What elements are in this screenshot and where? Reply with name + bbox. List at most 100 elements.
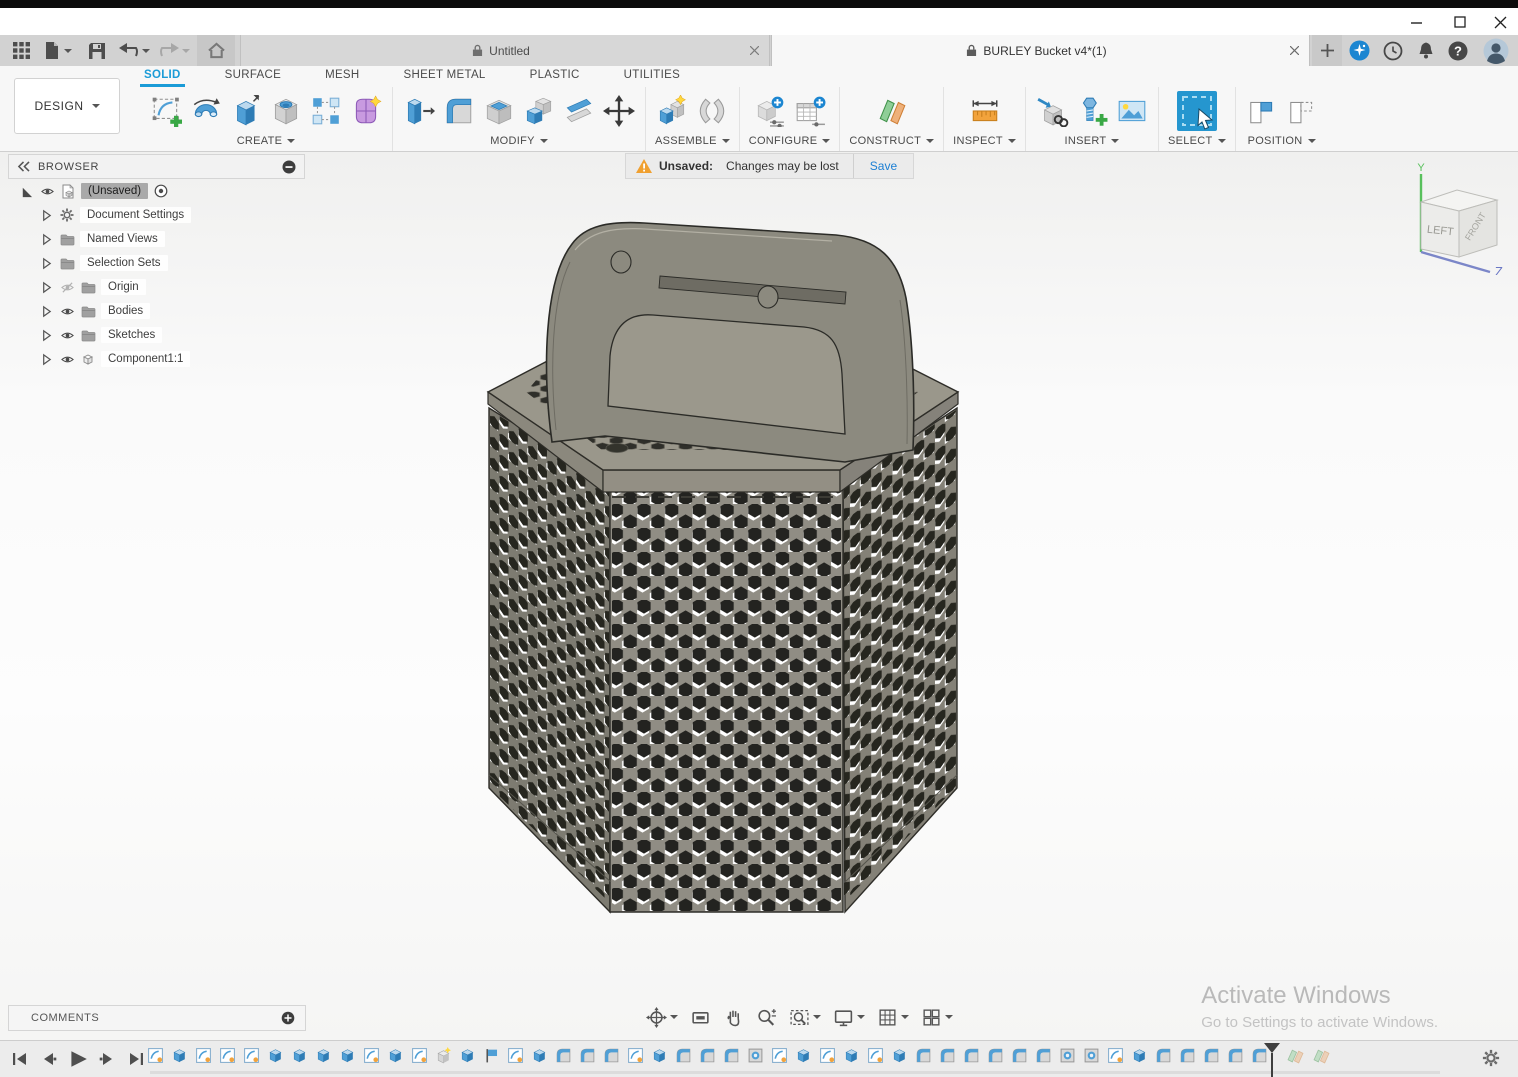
- help-button[interactable]: ?: [1444, 35, 1472, 66]
- visibility-eye-icon[interactable]: [59, 327, 75, 343]
- model-canvas[interactable]: Unsaved: Changes may be lost Save BROWSE…: [0, 152, 1518, 1040]
- joint-tool-button[interactable]: [695, 95, 729, 127]
- timeline-feature-hole-26[interactable]: [746, 1046, 764, 1064]
- timeline-go-to-end-button[interactable]: [124, 1048, 148, 1070]
- browser-root-row[interactable]: (Unsaved): [8, 179, 305, 203]
- timeline-feature-extrude-28[interactable]: [794, 1046, 812, 1064]
- timeline-feature-fillet-38[interactable]: [1034, 1046, 1052, 1064]
- ribbon-tab-utilities[interactable]: UTILITIES: [620, 66, 684, 87]
- viewcube[interactable]: Y Z LEFT FRONT: [1398, 160, 1510, 275]
- ribbon-group-label[interactable]: INSERT: [1064, 135, 1106, 147]
- timeline-feature-extrude-7[interactable]: [290, 1046, 308, 1064]
- configuration-tool-button[interactable]: [753, 95, 787, 127]
- zoom-button[interactable]: [752, 1004, 781, 1031]
- revert-position-tool-button[interactable]: [1285, 95, 1319, 127]
- browser-item-component1-1[interactable]: Component1:1: [8, 347, 305, 371]
- hole-tool-button[interactable]: [269, 95, 303, 127]
- visibility-eye-icon[interactable]: [59, 351, 75, 367]
- new-tab-button[interactable]: [1312, 35, 1342, 66]
- expander-icon[interactable]: [38, 255, 54, 271]
- grid-display-button[interactable]: [873, 1004, 913, 1031]
- save-link[interactable]: Save: [870, 159, 897, 173]
- timeline-feature-sketch-31[interactable]: [866, 1046, 884, 1064]
- window-maximize-button[interactable]: [1444, 11, 1476, 33]
- timeline-suppressed-plane-1[interactable]: [1286, 1046, 1304, 1064]
- add-comment-icon[interactable]: [281, 1011, 295, 1025]
- browser-root-label[interactable]: (Unsaved): [81, 183, 149, 199]
- browser-item-label[interactable]: Bodies: [101, 303, 151, 319]
- timeline-feature-sketch-5[interactable]: [242, 1046, 260, 1064]
- user-avatar[interactable]: [1480, 35, 1512, 66]
- timeline-feature-hole-40[interactable]: [1082, 1046, 1100, 1064]
- expander-icon[interactable]: [38, 327, 54, 343]
- ribbon-group-label[interactable]: CREATE: [237, 135, 283, 147]
- browser-item-document-settings[interactable]: Document Settings: [8, 203, 305, 227]
- display-settings-button[interactable]: [829, 1004, 869, 1031]
- undo-button[interactable]: [116, 35, 152, 66]
- timeline-feature-fillet-43[interactable]: [1154, 1046, 1172, 1064]
- ribbon-group-label[interactable]: ASSEMBLE: [655, 135, 717, 147]
- expander-icon[interactable]: [38, 351, 54, 367]
- timeline-feature-extrude-9[interactable]: [338, 1046, 356, 1064]
- timeline-feature-fillet-35[interactable]: [962, 1046, 980, 1064]
- ribbon-group-label[interactable]: CONFIGURE: [749, 135, 818, 147]
- timeline-feature-extrude-22[interactable]: [650, 1046, 668, 1064]
- fillet-tool-button[interactable]: [442, 95, 476, 127]
- ribbon-tab-solid[interactable]: SOLID: [140, 66, 185, 87]
- timeline-feature-extrude-11[interactable]: [386, 1046, 404, 1064]
- combine-tool-button[interactable]: [522, 95, 556, 127]
- timeline-feature-fillet-37[interactable]: [1010, 1046, 1028, 1064]
- timeline-play-button[interactable]: [66, 1048, 90, 1070]
- activate-component-radio[interactable]: [153, 183, 169, 199]
- orbit-button[interactable]: [642, 1004, 682, 1031]
- timeline-feature-fillet-24[interactable]: [698, 1046, 716, 1064]
- browser-item-bodies[interactable]: Bodies: [8, 299, 305, 323]
- 3d-model-hex-bucket[interactable]: [450, 190, 995, 935]
- file-menu-button[interactable]: [40, 35, 76, 66]
- timeline-feature-sketch-21[interactable]: [626, 1046, 644, 1064]
- tab-close-button[interactable]: [745, 42, 763, 60]
- save-button[interactable]: [84, 35, 110, 66]
- tab-close-button[interactable]: [1285, 42, 1303, 60]
- pan-button[interactable]: [719, 1004, 748, 1031]
- timeline-feature-fillet-45[interactable]: [1202, 1046, 1220, 1064]
- document-tab-untitled[interactable]: Untitled: [240, 35, 770, 66]
- timeline-feature-fillet-34[interactable]: [938, 1046, 956, 1064]
- collapse-all-icon[interactable]: [282, 160, 296, 174]
- timeline-feature-sketch-41[interactable]: [1106, 1046, 1124, 1064]
- visibility-hidden-eye-icon[interactable]: [59, 279, 75, 295]
- redo-button[interactable]: [156, 35, 192, 66]
- timeline-feature-extrude-32[interactable]: [890, 1046, 908, 1064]
- timeline-feature-flag-15[interactable]: [482, 1046, 500, 1064]
- browser-item-named-views[interactable]: Named Views: [8, 227, 305, 251]
- timeline-feature-fillet-23[interactable]: [674, 1046, 692, 1064]
- timeline-feature-extrude-42[interactable]: [1130, 1046, 1148, 1064]
- timeline-feature-feature-13[interactable]: [434, 1046, 452, 1064]
- timeline-feature-extrude-8[interactable]: [314, 1046, 332, 1064]
- browser-item-label[interactable]: Sketches: [101, 327, 163, 343]
- expander-icon[interactable]: [38, 231, 54, 247]
- ribbon-group-label[interactable]: INSPECT: [953, 135, 1003, 147]
- move-tool-button[interactable]: [602, 95, 636, 127]
- split-tool-button[interactable]: [562, 95, 596, 127]
- ribbon-group-label[interactable]: CONSTRUCT: [849, 135, 921, 147]
- expander-icon[interactable]: [38, 279, 54, 295]
- ribbon-tab-surface[interactable]: SURFACE: [221, 66, 285, 87]
- config-table-tool-button[interactable]: [793, 95, 827, 127]
- browser-item-selection-sets[interactable]: Selection Sets: [8, 251, 305, 275]
- timeline-feature-sketch-16[interactable]: [506, 1046, 524, 1064]
- window-close-button[interactable]: [1484, 11, 1516, 33]
- timeline-feature-sketch-10[interactable]: [362, 1046, 380, 1064]
- extensions-button[interactable]: [1345, 35, 1373, 66]
- ribbon-tab-mesh[interactable]: MESH: [321, 66, 363, 87]
- ribbon-group-label[interactable]: POSITION: [1248, 135, 1303, 147]
- timeline-feature-fillet-46[interactable]: [1226, 1046, 1244, 1064]
- timeline-step-forward-button[interactable]: [95, 1048, 119, 1070]
- timeline-feature-extrude-30[interactable]: [842, 1046, 860, 1064]
- insert-derive-tool-button[interactable]: [1035, 95, 1069, 127]
- timeline-suppressed-plane-2[interactable]: [1312, 1046, 1330, 1064]
- look-at-button[interactable]: [686, 1004, 715, 1031]
- visibility-eye-icon[interactable]: [59, 303, 75, 319]
- expander-open-icon[interactable]: [18, 183, 34, 199]
- timeline-feature-sketch-12[interactable]: [410, 1046, 428, 1064]
